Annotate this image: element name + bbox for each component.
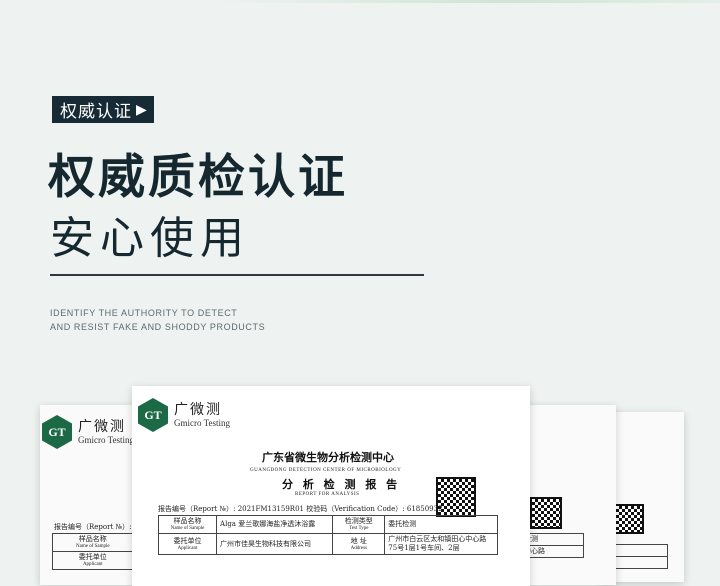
divider <box>50 274 424 276</box>
report-number-line: 报告编号（Report №）: 2 <box>54 523 139 531</box>
english-tagline: IDENTIFY THE AUTHORITY TO DETECT AND RES… <box>50 306 265 334</box>
report-number-line: 报告编号（Report №）: 2021FM13159R01 校验码（Verif… <box>158 505 443 513</box>
organization-name: 广东省微生物分析检测中心 <box>262 451 394 464</box>
report-title: 分 析 检 测 报 告 <box>282 478 401 491</box>
headline-secondary: 安心使用 <box>50 213 250 264</box>
organization-name-en: GUANGDONG DETECTION CENTER OF MICROBIOLO… <box>250 468 402 473</box>
tagline-line-1: IDENTIFY THE AUTHORITY TO DETECT <box>50 308 238 318</box>
authority-badge: 权威认证 ▶ <box>52 96 154 123</box>
table-row: 样品名称 Name of Sample Alga 爱兰歌娜海盐净透沐浴露 检测类型… <box>157 515 498 534</box>
top-accent-line <box>0 0 720 3</box>
qr-code-icon <box>614 504 644 534</box>
logo-en: Gmicro Testing <box>174 417 230 428</box>
tagline-line-2: AND RESIST FAKE AND SHODDY PRODUCTS <box>50 322 266 332</box>
certificate-back-right: 检测 中心路 <box>520 405 616 585</box>
label-cell: 样品名称 Name of Sample <box>52 533 134 552</box>
value-cell: 广州市佳昊生物科技有限公司 <box>216 533 334 555</box>
logo: GT 广微测 Gmicro Testing <box>138 398 230 432</box>
gt-hexagon-icon: GT <box>138 398 168 432</box>
value-cell: 广州市白云区太和镇田心中心路75号1层1号车间、2层 <box>384 533 498 555</box>
headline-primary: 权威质检认证 <box>48 150 348 205</box>
value-cell: 委托检测 <box>384 515 498 534</box>
table-row: 委托单位 Applicant 广州市佳昊生物科技有限公司 地 址 Address 广… <box>157 533 498 555</box>
play-arrow-icon: ▶ <box>136 101 148 118</box>
label-cell: 委托单位 Applicant <box>157 533 218 555</box>
label-cell: 委托单位 Applicant <box>52 551 134 570</box>
report-title-en: REPORT FOR ANALYSIS <box>295 492 360 497</box>
qr-code-icon <box>530 497 562 529</box>
certificate-front: GT 广微测 Gmicro Testing 广东省微生物分析检测中心 GUANG… <box>132 386 530 586</box>
label-cell: 地 址 Address <box>332 533 386 555</box>
value-cell: Alga 爱兰歌娜海盐净透沐浴露 <box>216 515 334 534</box>
logo-cn: 广微测 <box>78 418 126 435</box>
report-table: 样品名称 Name of Sample Alga 爱兰歌娜海盐净透沐浴露 检测类型… <box>157 515 498 555</box>
logo: GT 广微测 Gmicro Testing <box>42 415 134 449</box>
label-cell: 样品名称 Name of Sample <box>157 515 218 534</box>
gt-hexagon-icon: GT <box>42 415 72 449</box>
badge-label: 权威认证 <box>60 102 132 122</box>
logo-en: Gmicro Testing <box>78 434 134 445</box>
label-cell: 检测类型 Test Type <box>332 515 386 534</box>
logo-cn: 广微测 <box>174 401 222 418</box>
